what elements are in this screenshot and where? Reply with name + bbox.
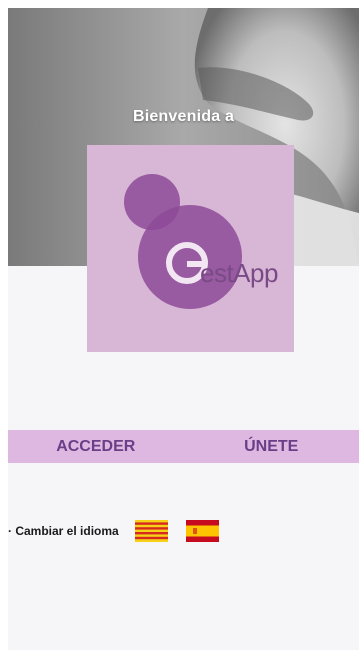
catalan-flag-icon[interactable]: [134, 520, 168, 542]
logo-wordmark: estApp: [200, 258, 278, 288]
login-button[interactable]: ACCEDER: [8, 430, 184, 463]
join-button[interactable]: ÚNETE: [184, 430, 359, 463]
spanish-flag-icon[interactable]: [185, 520, 219, 542]
app-screen: Bienvenida a G estApp ACCEDER ÚNETE · Ca…: [8, 8, 359, 650]
change-language-label: · Cambiar el idioma: [8, 524, 119, 538]
logo-circles-icon: G: [124, 174, 242, 309]
welcome-title: Bienvenida a: [132, 108, 235, 125]
action-bar: ACCEDER ÚNETE: [8, 430, 359, 463]
gestapp-logo: G estApp: [87, 145, 294, 352]
language-selector: · Cambiar el idioma: [8, 520, 219, 542]
